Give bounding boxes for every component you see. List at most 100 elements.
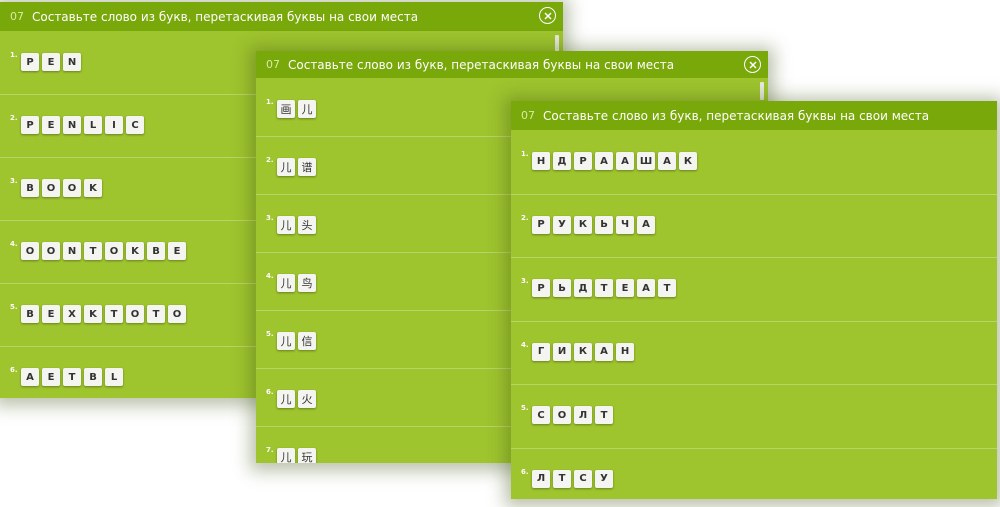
letter-tile[interactable]: O <box>21 242 39 260</box>
letter-tile[interactable]: Ь <box>595 215 613 234</box>
letter-tile[interactable]: O <box>126 305 144 323</box>
close-button[interactable] <box>744 56 761 73</box>
letter-tile[interactable]: L <box>84 116 102 134</box>
letter-tiles: РЬДТЕАТ <box>532 279 676 297</box>
letter-tile[interactable]: E <box>42 116 60 134</box>
letter-tile[interactable]: 儿 <box>298 100 316 118</box>
letter-tile[interactable]: 谱 <box>298 158 316 176</box>
letter-tile[interactable]: А <box>595 152 613 170</box>
letter-tile[interactable]: O <box>168 305 186 323</box>
letter-tiles: ЛТСУ <box>532 469 613 488</box>
letter-tile[interactable]: Н <box>532 152 550 170</box>
letter-tile[interactable]: 画 <box>277 100 295 118</box>
letter-tile[interactable]: Ч <box>616 215 634 234</box>
letter-tile[interactable]: 信 <box>298 332 316 350</box>
letter-tile[interactable]: А <box>616 152 634 170</box>
letter-tile[interactable]: И <box>553 342 571 361</box>
letter-tile[interactable]: Е <box>616 279 634 297</box>
letter-tile[interactable]: B <box>21 305 39 323</box>
letter-tile[interactable]: E <box>42 368 60 386</box>
letter-tile[interactable]: K <box>126 242 144 260</box>
letter-tile[interactable]: B <box>84 368 102 386</box>
letter-tile[interactable]: Л <box>532 469 550 488</box>
letter-tile[interactable]: Д <box>574 279 592 297</box>
letter-tile[interactable]: 头 <box>298 216 316 234</box>
letter-tile[interactable]: T <box>105 305 123 323</box>
letter-tile[interactable]: Л <box>574 406 592 424</box>
letter-tile[interactable]: А <box>658 152 676 170</box>
letter-tile[interactable]: T <box>63 368 81 386</box>
letter-tile[interactable]: 儿 <box>277 216 295 234</box>
item-number: 3. <box>266 214 274 222</box>
letter-tile[interactable]: Т <box>553 469 571 488</box>
letter-tile[interactable]: O <box>63 179 81 197</box>
letter-tile[interactable]: Ь <box>553 279 571 297</box>
letter-tile[interactable]: N <box>63 53 81 71</box>
letter-tile[interactable]: О <box>553 406 571 424</box>
letter-tile[interactable]: 玩 <box>298 448 316 463</box>
letter-tile[interactable]: K <box>84 305 102 323</box>
letter-tile[interactable]: Г <box>532 342 550 361</box>
letter-tile[interactable]: У <box>595 469 613 488</box>
letter-tile[interactable]: E <box>42 53 60 71</box>
item-number: 6. <box>521 467 529 476</box>
letter-tile[interactable]: А <box>595 342 613 361</box>
letter-tile[interactable]: N <box>63 116 81 134</box>
letter-tile[interactable]: B <box>21 179 39 197</box>
close-button[interactable] <box>539 7 556 24</box>
letter-tile[interactable]: Т <box>595 406 613 424</box>
item-number: 5. <box>266 330 274 338</box>
letter-tiles: BOOK <box>21 179 102 197</box>
letter-tile[interactable]: У <box>553 215 571 234</box>
letter-tile[interactable]: E <box>42 305 60 323</box>
list-item: 3. Р Ь Д Т Е А Т <box>511 257 997 317</box>
letter-tile[interactable]: 鸟 <box>298 274 316 292</box>
letter-tile[interactable]: С <box>574 469 592 488</box>
letter-tile[interactable]: Д <box>553 152 571 170</box>
letter-tile[interactable]: 儿 <box>277 274 295 292</box>
letter-tile[interactable]: O <box>42 242 60 260</box>
item-number: 3. <box>10 177 18 185</box>
panel-header: 07 Составьте слово из букв, перетаскивая… <box>0 2 563 31</box>
letter-tile[interactable]: Р <box>574 152 592 170</box>
letter-tile[interactable]: Ш <box>637 152 655 170</box>
letter-tile[interactable]: 儿 <box>277 158 295 176</box>
letter-tiles: 儿玩 <box>277 448 316 463</box>
letter-tile[interactable]: Т <box>658 279 676 297</box>
task-number: 07 <box>10 10 24 23</box>
letter-tile[interactable]: Р <box>532 215 550 234</box>
letter-tile[interactable]: А <box>637 215 655 234</box>
letter-tile[interactable]: 儿 <box>277 448 295 463</box>
letter-tile[interactable]: N <box>63 242 81 260</box>
letter-tile[interactable]: 火 <box>298 390 316 408</box>
letter-tile[interactable]: Р <box>532 279 550 297</box>
letter-tile[interactable]: К <box>574 215 592 234</box>
letter-tile[interactable]: A <box>21 368 39 386</box>
letter-tile[interactable]: 儿 <box>277 332 295 350</box>
letter-tile[interactable]: А <box>637 279 655 297</box>
letter-tile[interactable]: O <box>105 242 123 260</box>
letter-tile[interactable]: Н <box>616 342 634 361</box>
letter-tile[interactable]: K <box>84 179 102 197</box>
letter-tiles: 儿谱 <box>277 158 316 176</box>
letter-tile[interactable]: T <box>147 305 165 323</box>
letter-tile[interactable]: L <box>105 368 123 386</box>
letter-tile[interactable]: I <box>105 116 123 134</box>
list-item: 1. Н Д Р А А Ш А К <box>511 130 997 190</box>
letter-tile[interactable]: С <box>532 406 550 424</box>
letter-tile[interactable]: К <box>679 152 697 170</box>
letter-tile[interactable]: E <box>168 242 186 260</box>
letter-tile[interactable]: Т <box>595 279 613 297</box>
letter-tile[interactable]: 儿 <box>277 390 295 408</box>
panel-title: Составьте слово из букв, перетаскивая бу… <box>543 108 930 123</box>
letter-tiles: РУКЬЧА <box>532 215 655 234</box>
letter-tile[interactable]: C <box>126 116 144 134</box>
letter-tile[interactable]: O <box>42 179 60 197</box>
letter-tile[interactable]: T <box>84 242 102 260</box>
letter-tile[interactable]: P <box>21 53 39 71</box>
letter-tile[interactable]: B <box>147 242 165 260</box>
letter-tile[interactable]: X <box>63 305 81 323</box>
letter-tile[interactable]: P <box>21 116 39 134</box>
letter-tiles: ГИКАН <box>532 342 634 361</box>
letter-tile[interactable]: К <box>574 342 592 361</box>
